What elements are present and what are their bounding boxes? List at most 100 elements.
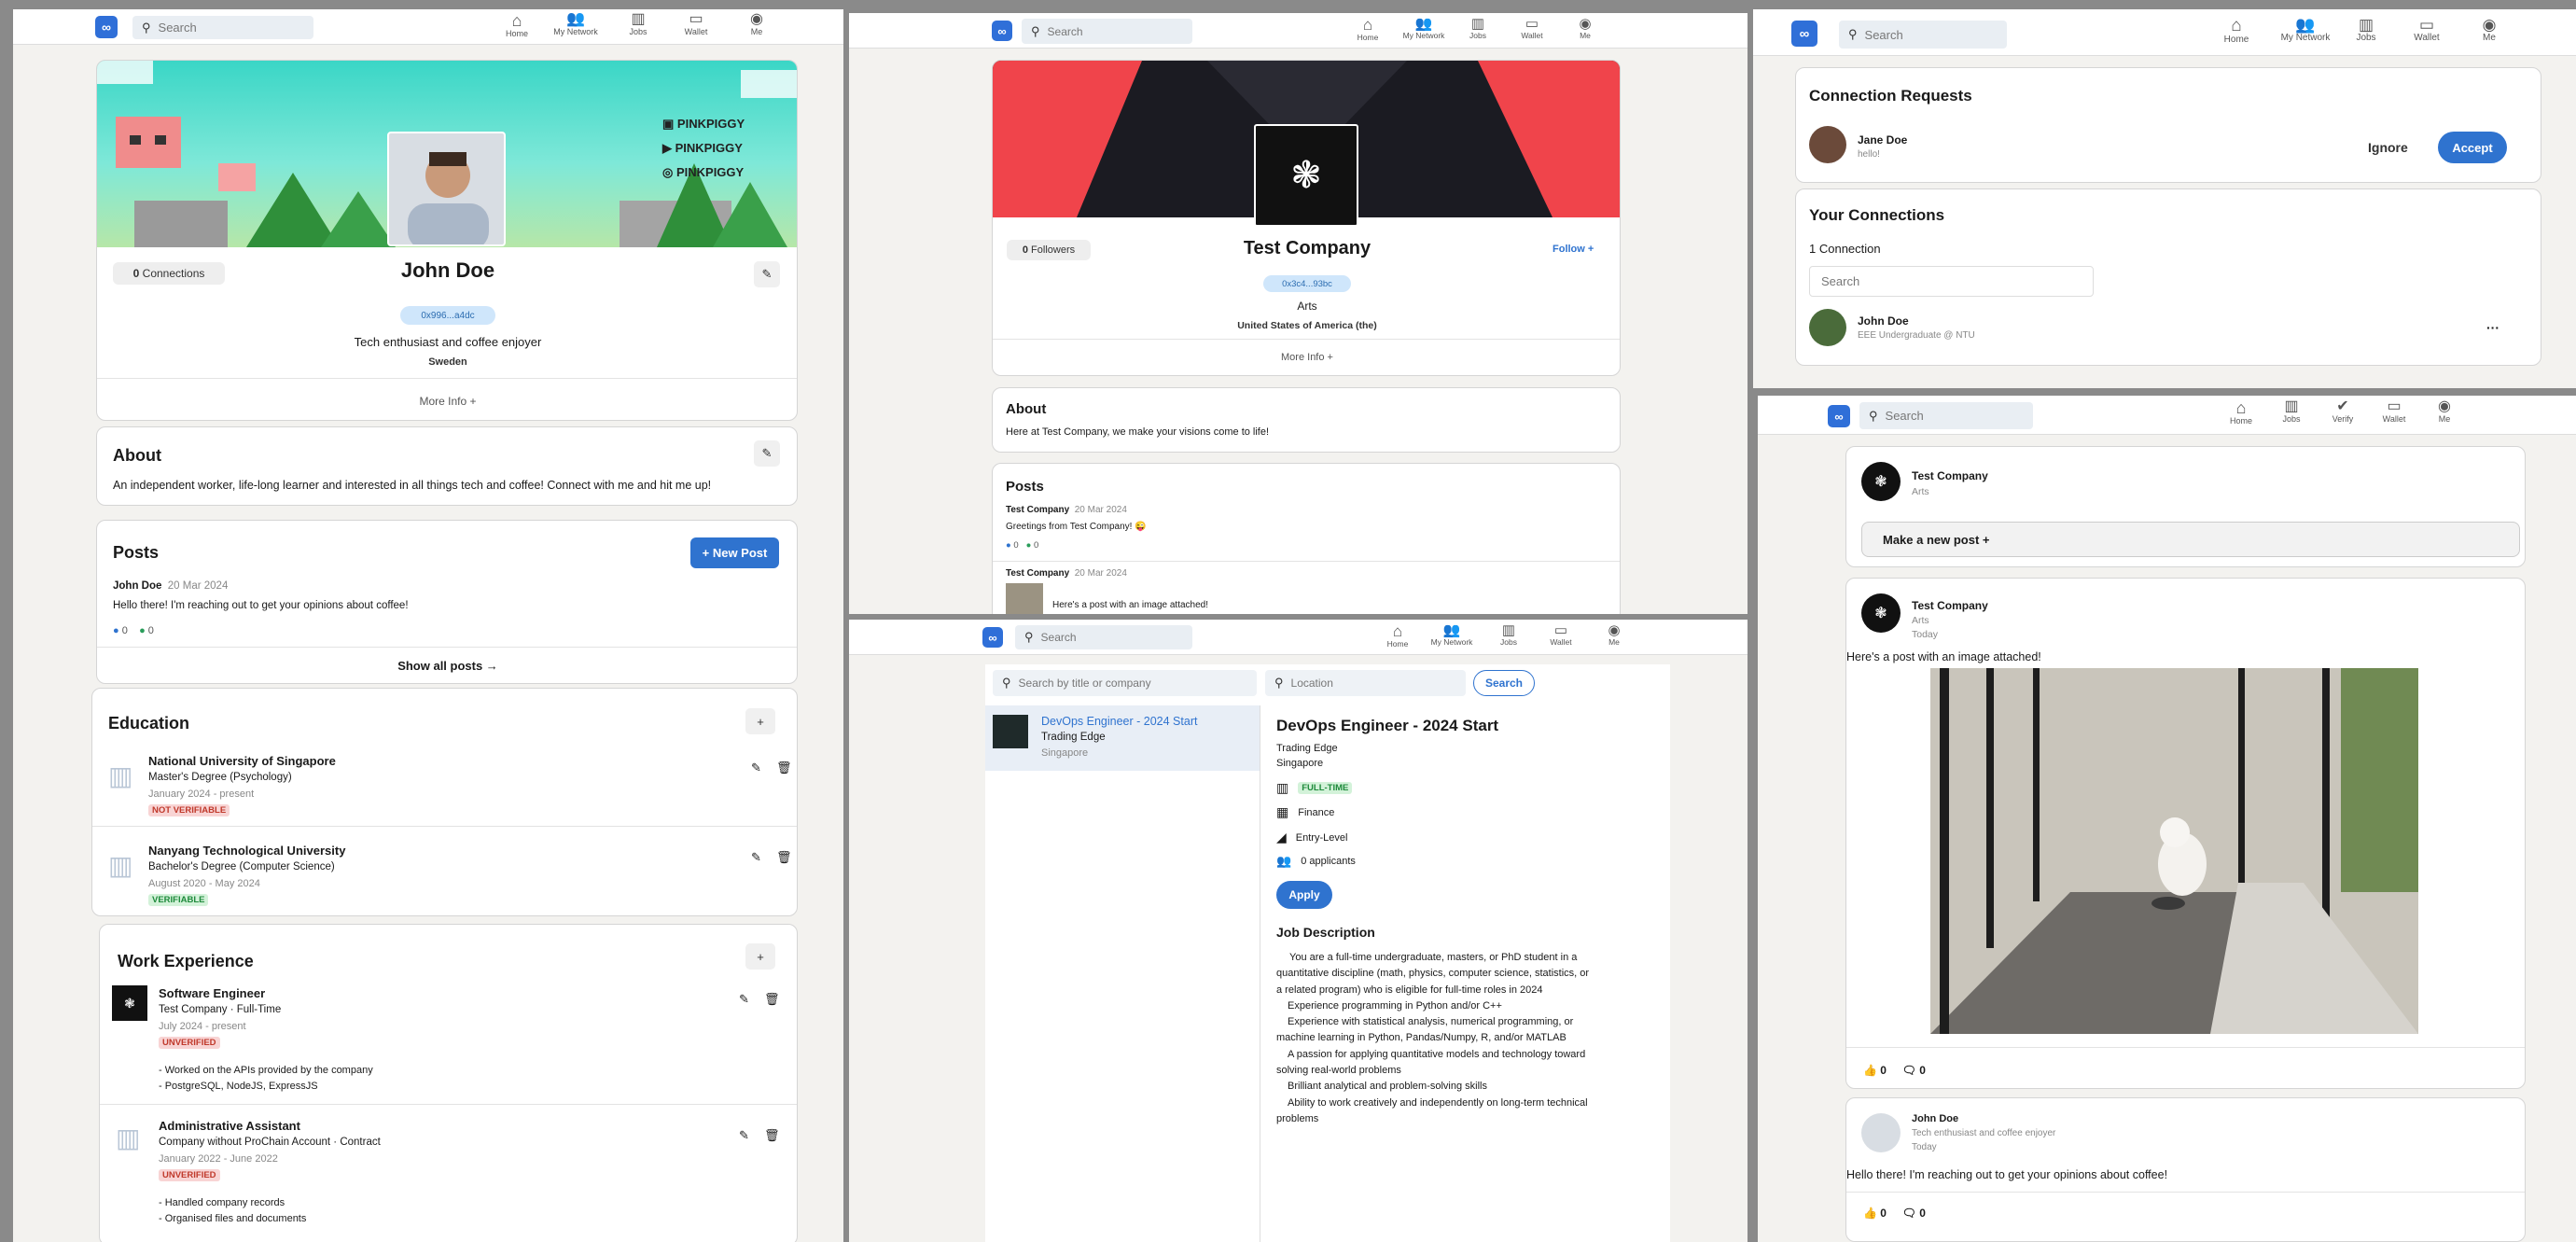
add-work-button[interactable]: + [745, 943, 775, 970]
apply-button[interactable]: Apply [1276, 881, 1332, 909]
connections-pill[interactable]: 0 Connections [113, 262, 225, 285]
more-info-link[interactable]: More Info + [355, 395, 541, 408]
nav-wallet[interactable]: ▭ Wallet [2408, 17, 2445, 43]
comment-icon[interactable]: ● [139, 625, 146, 636]
logo-icon[interactable]: ∞ [982, 627, 1003, 648]
edit-profile-button[interactable]: ✎ [754, 261, 780, 287]
post-image [1930, 668, 2418, 1034]
edit-work-button[interactable]: ✎ [739, 992, 749, 1007]
logo-icon[interactable]: ∞ [992, 21, 1012, 41]
post-text: Hello there! I'm reaching out to get you… [1846, 1168, 2168, 1181]
job-list-item[interactable]: DevOps Engineer - 2024 Start Trading Edg… [985, 705, 1260, 771]
work-card: Work Experience + ❃ Software Engineer Te… [99, 924, 798, 1242]
like-icon[interactable]: ● [1006, 540, 1011, 551]
nav-network[interactable]: 👥 My Network [1395, 17, 1453, 40]
post-reactions: ● 0 ● 0 [113, 625, 154, 636]
edit-about-button[interactable]: ✎ [754, 440, 780, 467]
job-company-logo-icon [993, 715, 1028, 748]
company-post-text: Greetings from Test Company! 😜 [1006, 522, 1147, 532]
desc-line: You are a full-time undergraduate, maste… [1289, 952, 1578, 963]
edit-work-button[interactable]: ✎ [739, 1128, 749, 1143]
desc-line: Experience programming in Python and/or … [1288, 999, 1502, 1012]
logo-icon[interactable]: ∞ [1828, 405, 1850, 427]
top-nav: ∞ ⚲ Search ⌂ Home 👥 My Network ▥ Jobs ▭ Walle… [849, 13, 1748, 49]
nav-jobs[interactable]: ▥ Jobs [620, 12, 657, 37]
nav-network[interactable]: 👥 My Network [548, 12, 604, 37]
nav-jobs[interactable]: ▥ Jobs [1490, 623, 1527, 647]
more-options-icon[interactable]: ··· [2486, 320, 2499, 335]
edit-edu-button[interactable]: ✎ [751, 761, 761, 775]
logo-icon[interactable]: ∞ [95, 16, 118, 38]
feed-post-card: ❃ Test Company Arts Today Here's a post … [1845, 578, 2526, 1089]
search-icon: ⚲ [1869, 408, 1878, 423]
search-input[interactable]: ⚲ Search [1859, 402, 2033, 429]
comment-icon[interactable]: 🗨 [1902, 1064, 1916, 1077]
nav-wallet[interactable]: ▭ Wallet [1542, 623, 1580, 647]
nav-verify[interactable]: ✔ Verify [2324, 399, 2361, 425]
job-industry-row: ▦ Finance [1276, 804, 1335, 819]
nav-jobs[interactable]: ▥ Jobs [1459, 17, 1497, 40]
delete-edu-button[interactable]: 🗑 [776, 850, 792, 865]
search-input[interactable]: ⚲ Search [1022, 19, 1192, 44]
nav-jobs[interactable]: ▥ Jobs [2347, 17, 2385, 43]
nav-network[interactable]: 👥 My Network [2273, 17, 2338, 43]
job-detail: DevOps Engineer - 2024 Start Trading Edg… [1276, 705, 1668, 1237]
nav-network[interactable]: 👥 My Network [1423, 623, 1481, 647]
comment-icon[interactable]: 🗨 [1902, 1207, 1916, 1220]
delete-work-button[interactable]: 🗑 [764, 992, 780, 1007]
follow-button[interactable]: Follow + [1553, 244, 1594, 255]
nav-wallet[interactable]: ▭ Wallet [677, 12, 715, 37]
company-post-meta: Test Company 20 Mar 2024 [1006, 505, 1127, 515]
job-list-title: DevOps Engineer - 2024 Start [1041, 715, 1198, 728]
nav-jobs[interactable]: ▥ Jobs [2273, 399, 2310, 425]
nav-wallet[interactable]: ▭ Wallet [2375, 399, 2413, 425]
search-input[interactable]: ⚲ Search [1839, 21, 2007, 49]
work-dates: January 2022 - June 2022 [159, 1153, 278, 1165]
nav-me[interactable]: ◉ Me [1566, 17, 1604, 40]
nav-me[interactable]: ◉ Me [1595, 623, 1633, 647]
delete-edu-button[interactable]: 🗑 [776, 761, 792, 775]
delete-work-button[interactable]: 🗑 [764, 1128, 780, 1143]
nav-home[interactable]: ⌂ Home [1379, 623, 1416, 649]
job-level-row: ◢ Entry-Level [1276, 830, 1348, 844]
twitch-icon: ▣ [662, 117, 675, 131]
nav-home[interactable]: ⌂ Home [2218, 17, 2255, 45]
connections-search-input[interactable]: Search [1809, 266, 2094, 297]
thumbs-up-icon[interactable]: 👍 [1863, 1064, 1877, 1077]
company-wallet[interactable]: 0x3c4...93bc [1263, 275, 1351, 292]
nav-wallet[interactable]: ▭ Wallet [1513, 17, 1551, 40]
nav-me[interactable]: ◉ Me [2426, 399, 2463, 425]
jobs-area: ⚲ Search by title or company ⚲ Location Se… [985, 664, 1670, 1242]
work-role: Software Engineer [159, 986, 266, 1000]
nav-home[interactable]: ⌂ Home [498, 12, 536, 38]
search-input[interactable]: ⚲ Search [132, 16, 313, 39]
nav-home[interactable]: ⌂ Home [1349, 17, 1386, 42]
add-education-button[interactable]: + [745, 708, 775, 734]
job-search-button[interactable]: Search [1473, 670, 1535, 696]
wallet-address[interactable]: 0x996...a4dc [400, 306, 495, 325]
company-logo-icon: ❃ [1861, 462, 1901, 501]
job-search-input[interactable]: ⚲ Search by title or company [993, 670, 1257, 696]
nav-me[interactable]: ◉ Me [2471, 17, 2508, 43]
accept-button[interactable]: Accept [2438, 132, 2507, 163]
nav-me[interactable]: ◉ Me [738, 12, 775, 37]
avatar [1861, 1113, 1901, 1152]
logo-icon[interactable]: ∞ [1791, 21, 1817, 47]
like-icon[interactable]: ● [113, 625, 119, 636]
edit-edu-button[interactable]: ✎ [751, 850, 761, 865]
post-reactions: 👍 0 🗨 0 [1863, 1064, 1926, 1077]
search-input[interactable]: ⚲ Search [1015, 625, 1192, 649]
new-post-button[interactable]: + New Post [690, 537, 779, 568]
followers-pill[interactable]: 0 Followers [1007, 240, 1091, 260]
thumbs-up-icon[interactable]: 👍 [1863, 1207, 1877, 1220]
location-input[interactable]: ⚲ Location [1265, 670, 1466, 696]
nav-home[interactable]: ⌂ Home [2222, 399, 2260, 426]
top-nav: ∞ ⚲ Search ⌂ Home 👥 My Network ▥ Jobs ▭ Walle… [1753, 9, 2576, 56]
make-new-post-button[interactable]: Make a new post + [1861, 522, 2520, 557]
ignore-button[interactable]: Ignore [2368, 140, 2408, 155]
work-company: Test Company · Full-Time [159, 1004, 282, 1015]
trash-icon: 🗑 [764, 1128, 780, 1142]
comment-icon[interactable]: ● [1026, 540, 1032, 551]
show-all-posts-link[interactable]: Show all posts → [355, 659, 541, 673]
desc-line: A passion for applying quantitative mode… [1288, 1048, 1586, 1060]
